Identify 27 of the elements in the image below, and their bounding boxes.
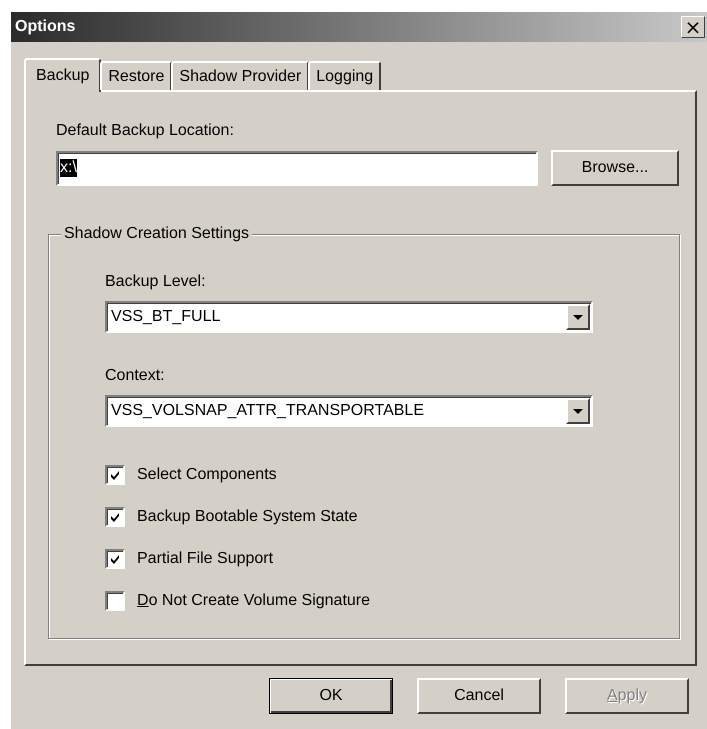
checkbox-label: Select Components bbox=[137, 466, 277, 484]
checkbox[interactable] bbox=[105, 549, 125, 569]
checkbox[interactable] bbox=[105, 591, 125, 611]
checkbox-label: Backup Bootable System State bbox=[137, 508, 358, 526]
dropdown[interactable]: VSS_VOLSNAP_ATTR_TRANSPORTABLE bbox=[105, 395, 593, 427]
field-label: Default Backup Location: bbox=[56, 122, 235, 140]
check-mark-icon bbox=[109, 469, 121, 481]
checkbox[interactable] bbox=[105, 507, 125, 527]
group-title: Shadow Creation Settings bbox=[61, 225, 252, 243]
browse-button[interactable]: Browse... bbox=[551, 150, 679, 186]
checkbox[interactable] bbox=[105, 465, 125, 485]
field-label: Context: bbox=[105, 367, 166, 385]
field-label: Backup Level: bbox=[105, 273, 207, 291]
tab[interactable]: Backup bbox=[24, 58, 102, 92]
check-mark-icon bbox=[109, 553, 121, 565]
location-field[interactable]: x:\ bbox=[56, 150, 538, 186]
dialog-button[interactable]: OK bbox=[269, 678, 393, 714]
window-title: Options bbox=[15, 18, 76, 36]
tab[interactable]: Restore bbox=[100, 61, 172, 90]
tab[interactable]: Logging bbox=[308, 61, 382, 90]
dropdown[interactable]: VSS_BT_FULL bbox=[105, 301, 593, 333]
tab[interactable]: Shadow Provider bbox=[171, 61, 310, 90]
checkbox-label: Partial File Support bbox=[137, 550, 274, 568]
dialog-button[interactable]: Cancel bbox=[417, 678, 541, 714]
close-button[interactable]: × bbox=[681, 16, 705, 38]
check-mark-icon bbox=[109, 511, 121, 523]
checkbox-label: Do Not Create Volume Signature bbox=[137, 592, 370, 610]
